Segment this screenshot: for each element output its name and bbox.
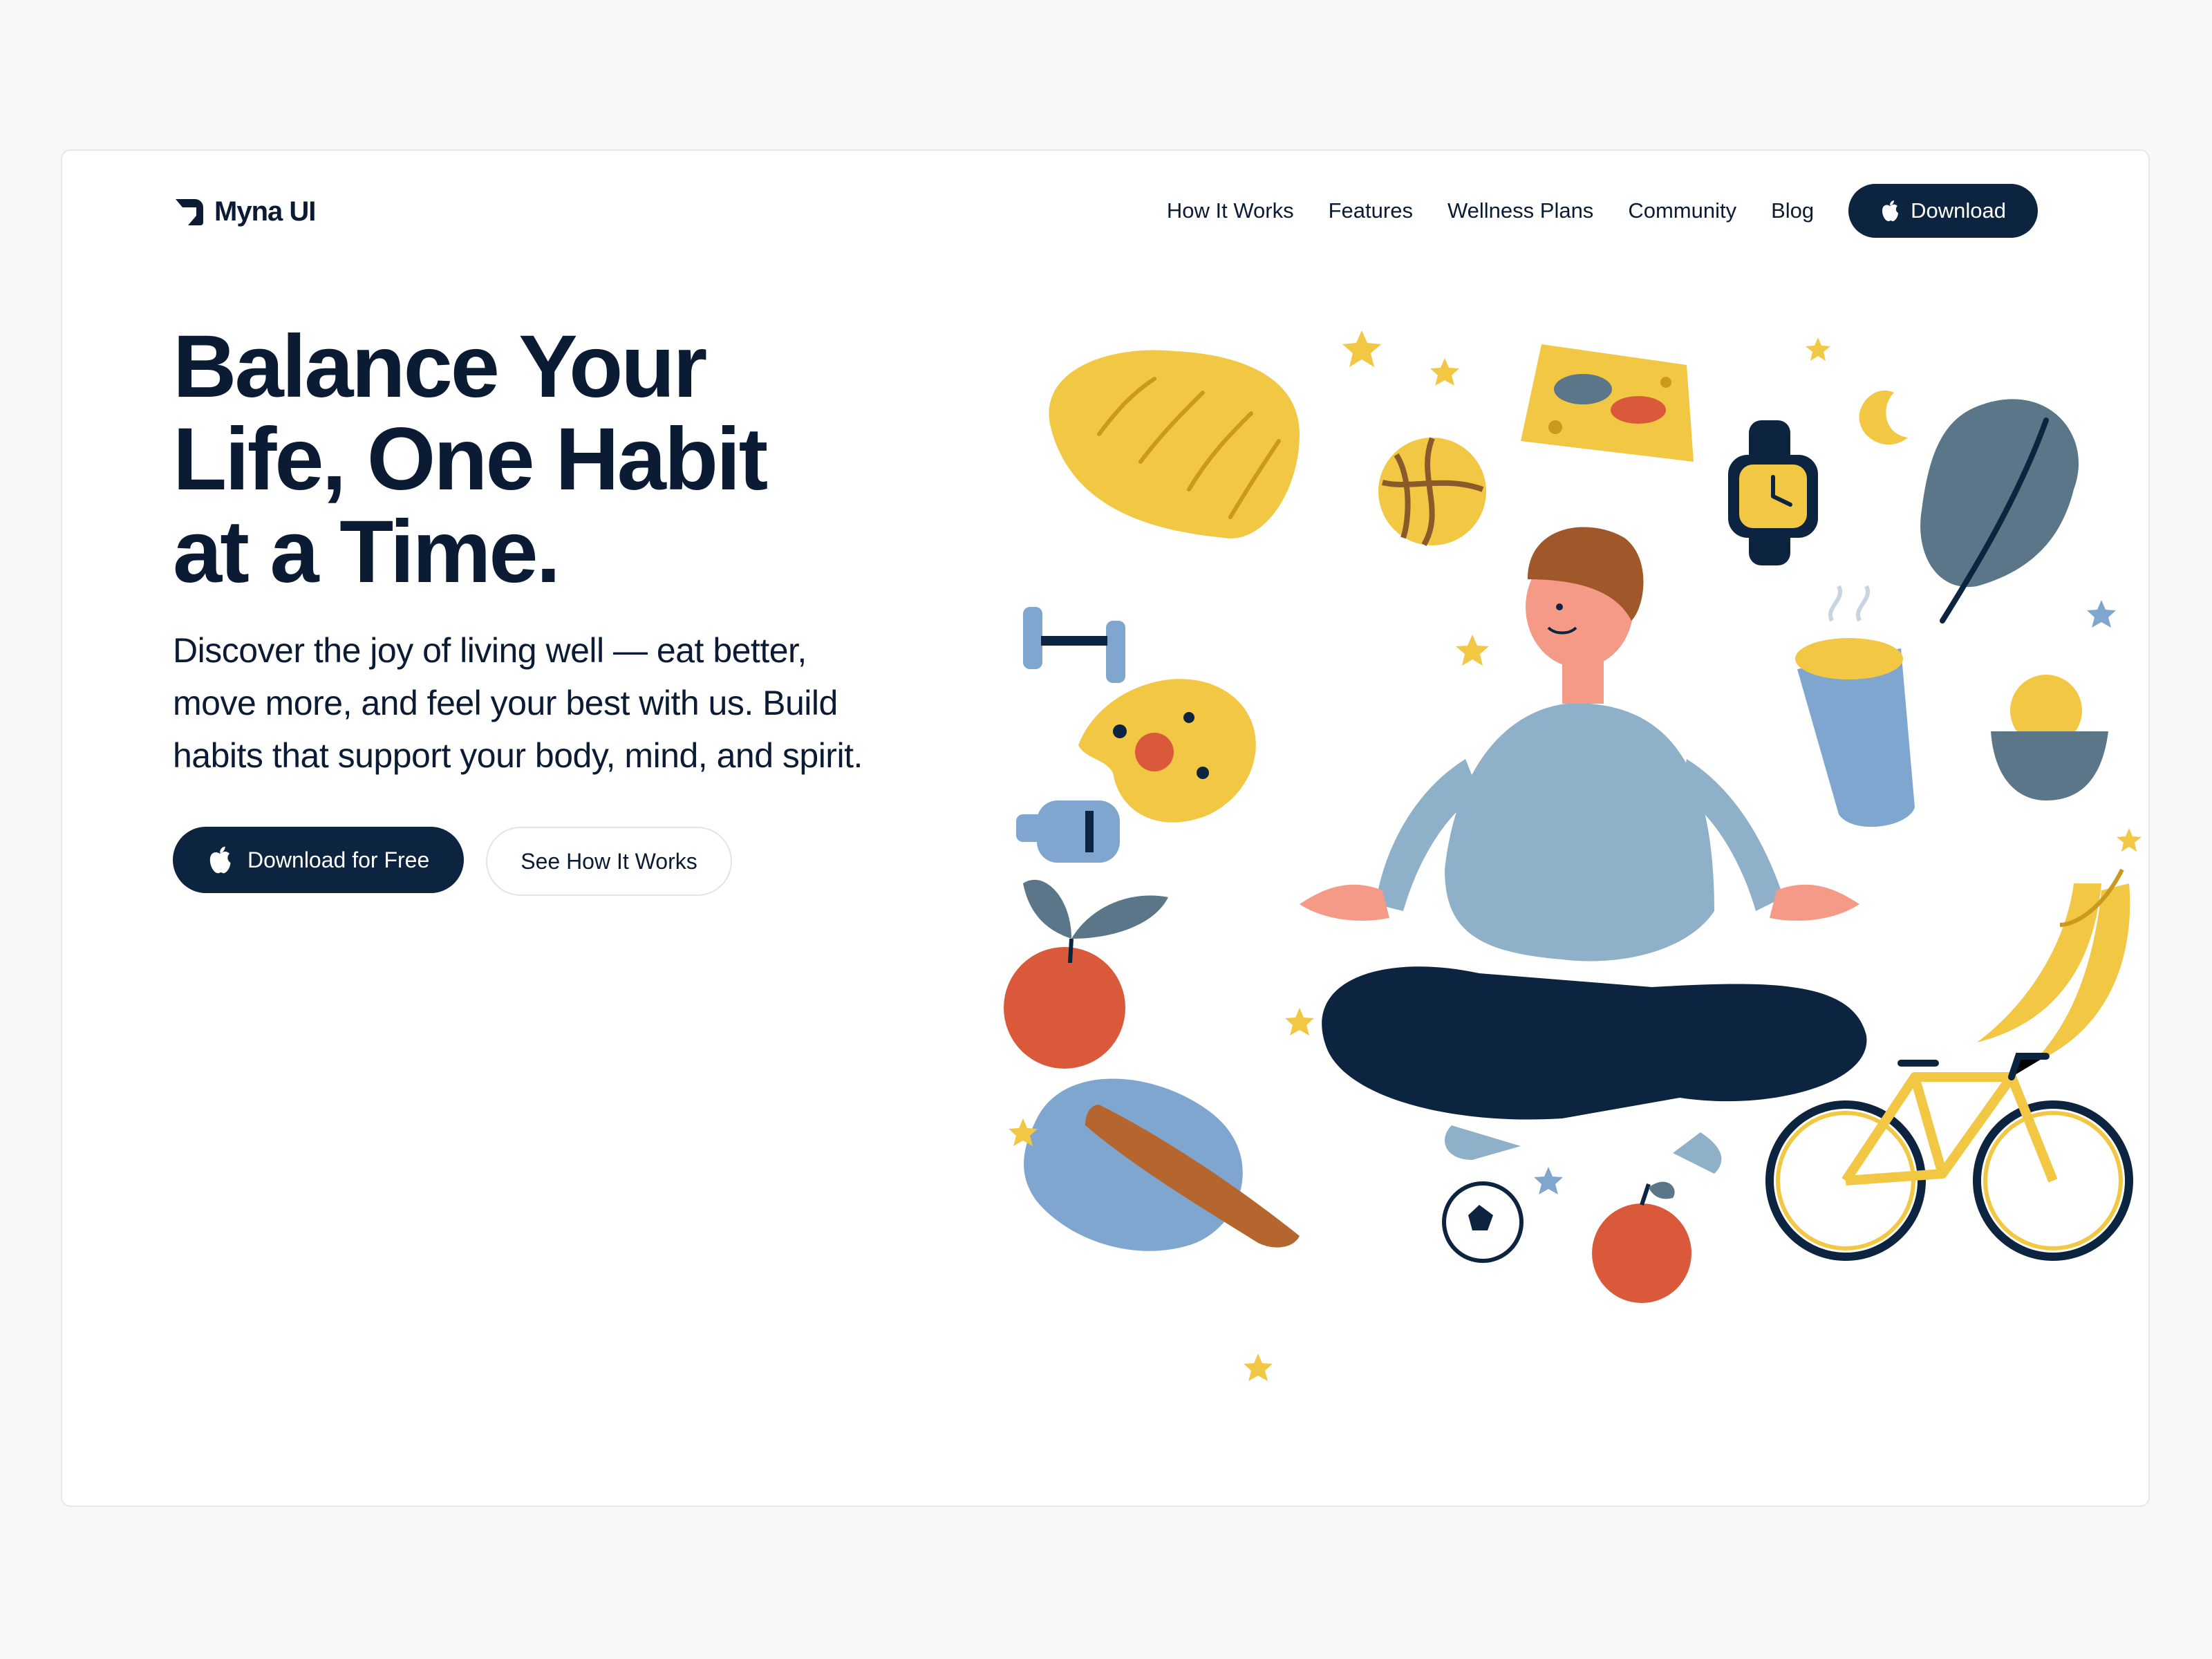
pizza-icon bbox=[1078, 679, 1256, 823]
download-for-free-label: Download for Free bbox=[247, 847, 430, 872]
basketball-icon bbox=[1378, 437, 1486, 547]
coffee-cup-icon bbox=[1795, 585, 1915, 827]
dumbbell-icon bbox=[1023, 607, 1125, 683]
see-how-it-works-button[interactable]: See How It Works bbox=[486, 827, 732, 896]
hero-subtitle-line-2: move more, and feel your best with us. B… bbox=[173, 684, 838, 722]
hero-subtitle-line-1: Discover the joy of living well — eat be… bbox=[173, 631, 807, 670]
hero-subtitle-line-3: habits that support your body, mind, and… bbox=[173, 736, 863, 775]
myna-logo-icon bbox=[176, 199, 203, 225]
hero-subtitle: Discover the joy of living well — eat be… bbox=[173, 624, 1002, 782]
brand-logo[interactable]: Myna UI bbox=[173, 195, 316, 228]
sponge-icon bbox=[1521, 344, 1694, 462]
apple-icon bbox=[1882, 200, 1899, 221]
bicycle-icon bbox=[1765, 1053, 2133, 1261]
nav-download-button[interactable]: Download bbox=[1848, 184, 2038, 238]
nav-link-wellness-plans[interactable]: Wellness Plans bbox=[1447, 198, 1593, 223]
main-nav: How It Works Features Wellness Plans Com… bbox=[1167, 184, 2038, 238]
apple-plant-icon bbox=[1004, 879, 1168, 1069]
apple-icon bbox=[209, 846, 231, 874]
download-for-free-button[interactable]: Download for Free bbox=[173, 827, 465, 893]
meditating-person-illustration bbox=[1004, 330, 2141, 1381]
hero-cta-group: Download for Free See How It Works bbox=[173, 827, 732, 896]
nav-link-community[interactable]: Community bbox=[1628, 198, 1736, 223]
nav-link-features[interactable]: Features bbox=[1329, 198, 1413, 223]
baguette-icon bbox=[1024, 1078, 1300, 1251]
soccer-ball-icon bbox=[1442, 1181, 1524, 1263]
hero-title: Balance Your Life, One Habit at a Time. bbox=[173, 321, 933, 599]
brand-name: Myna UI bbox=[214, 196, 316, 227]
hero-title-line-2: Life, One Habit bbox=[173, 410, 768, 509]
water-bottle-icon bbox=[1016, 800, 1120, 863]
meditating-person bbox=[1300, 527, 1867, 1174]
hero-title-line-1: Balance Your bbox=[173, 317, 707, 416]
leaf-icon bbox=[1920, 399, 2079, 624]
hero-title-line-3: at a Time. bbox=[173, 503, 561, 601]
landing-card: Myna UI How It Works Features Wellness P… bbox=[61, 149, 2150, 1507]
nav-link-how-it-works[interactable]: How It Works bbox=[1167, 198, 1294, 223]
banana-icon bbox=[1977, 868, 2130, 1063]
smartwatch-icon bbox=[1728, 420, 1818, 565]
nav-link-blog[interactable]: Blog bbox=[1771, 198, 1814, 223]
moon-icon bbox=[1859, 390, 1908, 445]
fruit-bowl-icon bbox=[1991, 675, 2108, 800]
nav-download-label: Download bbox=[1911, 198, 2006, 223]
bread-icon bbox=[1049, 350, 1300, 538]
see-how-it-works-label: See How It Works bbox=[521, 848, 697, 874]
apple-icon bbox=[1592, 1181, 1691, 1303]
